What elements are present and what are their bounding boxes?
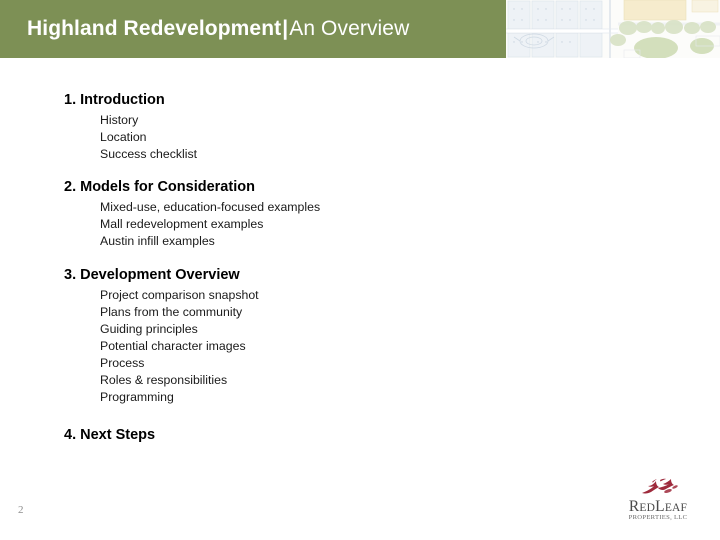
page-title-main: Highland Redevelopment: [27, 17, 282, 40]
agenda-section-heading: 4. Next Steps: [64, 427, 156, 443]
brand-name-r: R: [628, 498, 640, 515]
agenda-section-heading: 1. Introduction: [64, 92, 165, 108]
agenda-subitem: Mixed-use, education-focused examples: [100, 200, 321, 214]
brand-tagline: PROPERTIES, LLC: [628, 514, 688, 521]
site-plan-aerial-icon: [506, 0, 720, 58]
brand-name-l: L: [655, 498, 665, 515]
red-leaf-icon-svg: [642, 478, 678, 494]
agenda-section-heading: 3. Development Overview: [64, 267, 240, 283]
agenda-subitem: Plans from the community: [100, 305, 243, 319]
brand-name-ed: ED: [639, 502, 656, 514]
page-title: Highland Redevelopment|An Overview: [27, 15, 409, 42]
agenda-subitem: Process: [100, 356, 145, 370]
agenda-subitem: Roles & responsibilities: [100, 373, 228, 387]
agenda-subitem: History: [100, 113, 139, 127]
brand-name-eaf: EAF: [664, 502, 688, 514]
agenda-subitem-list: Project comparison snapshot Plans from t…: [100, 287, 259, 406]
agenda-subitem: Austin infill examples: [100, 234, 215, 248]
agenda-subitem: Potential character images: [100, 339, 246, 353]
page-number: 2: [18, 504, 24, 516]
agenda-section-heading: 2. Models for Consideration: [64, 179, 255, 195]
agenda-subitem: Success checklist: [100, 147, 198, 161]
agenda-subitem: Programming: [100, 390, 174, 404]
header-site-plan-image: [506, 0, 720, 58]
red-leaf-icon: [638, 478, 680, 498]
page-title-subtitle: An Overview: [289, 17, 410, 40]
agenda-subitem: Location: [100, 130, 147, 144]
agenda-subitem-list: History Location Success checklist: [100, 112, 197, 163]
slide-header: Highland Redevelopment|An Overview: [0, 0, 720, 58]
agenda-subitem-list: Mixed-use, education-focused examples Ma…: [100, 199, 320, 250]
brand-logo: REDLEAF PROPERTIES, LLC: [608, 478, 708, 526]
agenda-subitem: Project comparison snapshot: [100, 288, 259, 302]
agenda-subitem: Guiding principles: [100, 322, 198, 336]
agenda-subitem: Mall redevelopment examples: [100, 217, 264, 231]
